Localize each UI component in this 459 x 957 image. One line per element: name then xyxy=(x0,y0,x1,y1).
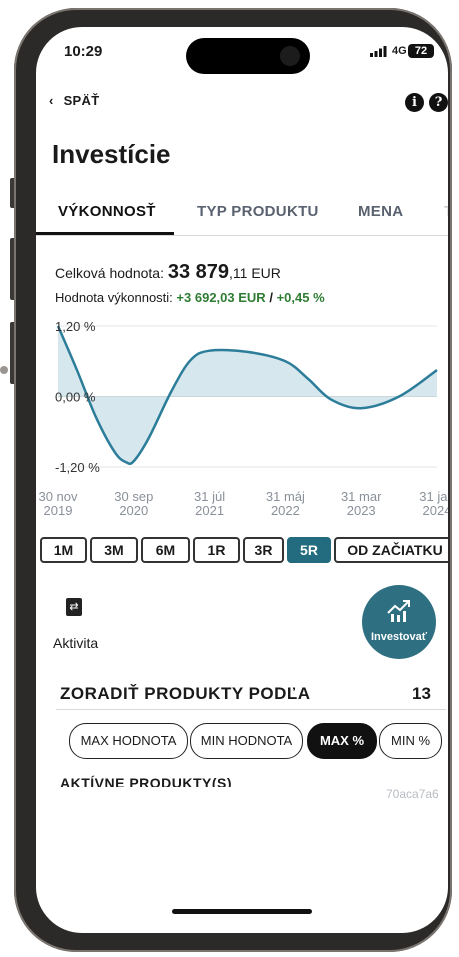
app-screen: 10:29 4G 72 ‹ SPÄŤ i ? Investície VÝKONN… xyxy=(36,27,448,933)
period-1m[interactable]: 1M xyxy=(40,537,87,563)
x-tick-label: 31 jan xyxy=(419,489,448,504)
sort-max-percent[interactable]: MAX % xyxy=(307,723,377,759)
x-tick-label: 30 nov xyxy=(38,489,78,504)
x-tick-label: 2023 xyxy=(347,503,376,518)
x-tick-label: 2024 xyxy=(423,503,448,518)
home-indicator[interactable] xyxy=(172,909,312,914)
x-tick-label: 31 júl xyxy=(194,489,225,504)
transfer-icon[interactable]: ⇄ xyxy=(66,598,82,616)
x-tick-label: 2021 xyxy=(195,503,224,518)
build-hash: 70aca7a6 xyxy=(386,787,439,801)
chart-area-fill xyxy=(58,326,437,464)
invest-button[interactable]: Investovať xyxy=(362,585,436,659)
sort-min-value[interactable]: MIN HODNOTA xyxy=(190,723,303,759)
period-1r[interactable]: 1R xyxy=(193,537,240,563)
performance-chart: 1,20 % 0,00 % -1,20 % 30 nov2019 30 sep2020 3… xyxy=(38,319,448,518)
active-products-title: AKTÍVNE PRODUKTY(S) xyxy=(60,775,233,787)
x-tick-label: 30 sep xyxy=(114,489,153,504)
x-tick-label: 31 máj xyxy=(266,489,305,504)
x-tick-label: 2022 xyxy=(271,503,300,518)
sort-max-value[interactable]: MAX HODNOTA xyxy=(69,723,188,759)
period-since-start[interactable]: OD ZAČIATKU xyxy=(334,537,448,563)
y-tick-label: 1,20 % xyxy=(55,319,96,334)
x-tick-label: 2019 xyxy=(44,503,73,518)
side-dot xyxy=(0,366,8,374)
sort-divider xyxy=(56,709,446,710)
sort-min-percent[interactable]: MIN % xyxy=(379,723,442,759)
activity-label[interactable]: Aktivita xyxy=(53,635,98,651)
y-tick-label: -1,20 % xyxy=(55,460,100,475)
x-tick-label: 31 mar xyxy=(341,489,382,504)
invest-label: Investovať xyxy=(370,631,427,643)
chart-growth-icon xyxy=(387,600,410,622)
sort-title: ZORADIŤ PRODUKTY PODĽA xyxy=(60,684,311,703)
period-3m[interactable]: 3M xyxy=(90,537,138,563)
period-5r[interactable]: 5R xyxy=(287,537,331,563)
product-count: 13 xyxy=(412,684,431,703)
period-3r[interactable]: 3R xyxy=(243,537,284,563)
period-6m[interactable]: 6M xyxy=(141,537,190,563)
y-tick-label: 0,00 % xyxy=(55,390,96,405)
x-tick-label: 2020 xyxy=(119,503,148,518)
